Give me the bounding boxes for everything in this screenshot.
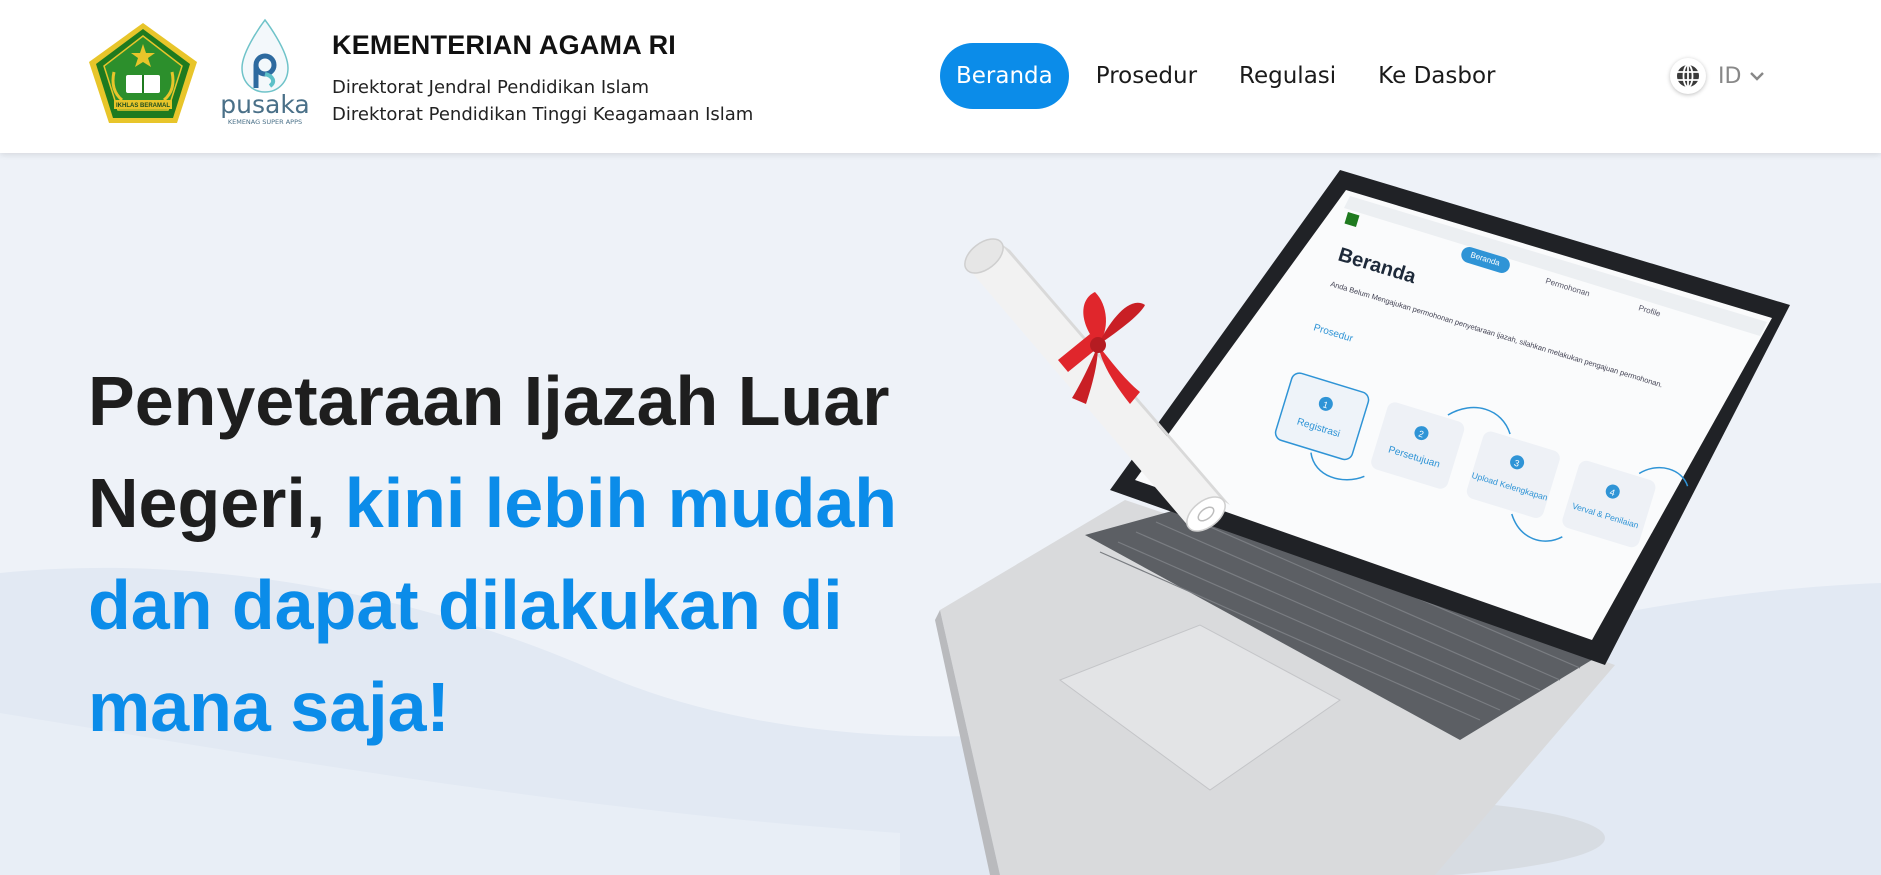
seal-motto: IKHLAS BERAMAL [116,103,170,109]
organization-subtitle-2: Direktorat Pendidikan Tinggi Keagamaan I… [332,104,754,125]
chevron-down-icon [1750,72,1765,81]
pusaka-logo[interactable]: pusaka KEMENAG SUPER APPS [218,16,312,128]
top-header: IKHLAS BERAMAL pusaka KEMENAG SUPER APPS… [0,0,1881,153]
laptop-diploma-illustration: Beranda Beranda Permohonan Profile Anda … [935,170,1790,875]
pusaka-tagline: KEMENAG SUPER APPS [228,118,302,126]
nav-ke-dasbor[interactable]: Ke Dasbor [1363,43,1510,109]
pusaka-wordmark: pusaka [220,90,309,119]
language-code: ID [1718,63,1742,89]
hero-headline: Penyetaraan Ijazah Luar Negeri, kini leb… [88,350,928,758]
kemenag-logo[interactable]: IKHLAS BERAMAL [86,20,200,126]
globe-icon [1670,58,1706,94]
main-nav: Beranda Prosedur Regulasi Ke Dasbor [940,43,1523,109]
organization-subtitle-1: Direktorat Jendral Pendidikan Islam [332,77,650,98]
nav-regulasi[interactable]: Regulasi [1224,43,1351,109]
nav-beranda[interactable]: Beranda [940,43,1069,109]
organization-name: KEMENTERIAN AGAMA RI [332,30,676,60]
nav-prosedur[interactable]: Prosedur [1081,43,1212,109]
language-selector[interactable]: ID [1670,58,1767,94]
